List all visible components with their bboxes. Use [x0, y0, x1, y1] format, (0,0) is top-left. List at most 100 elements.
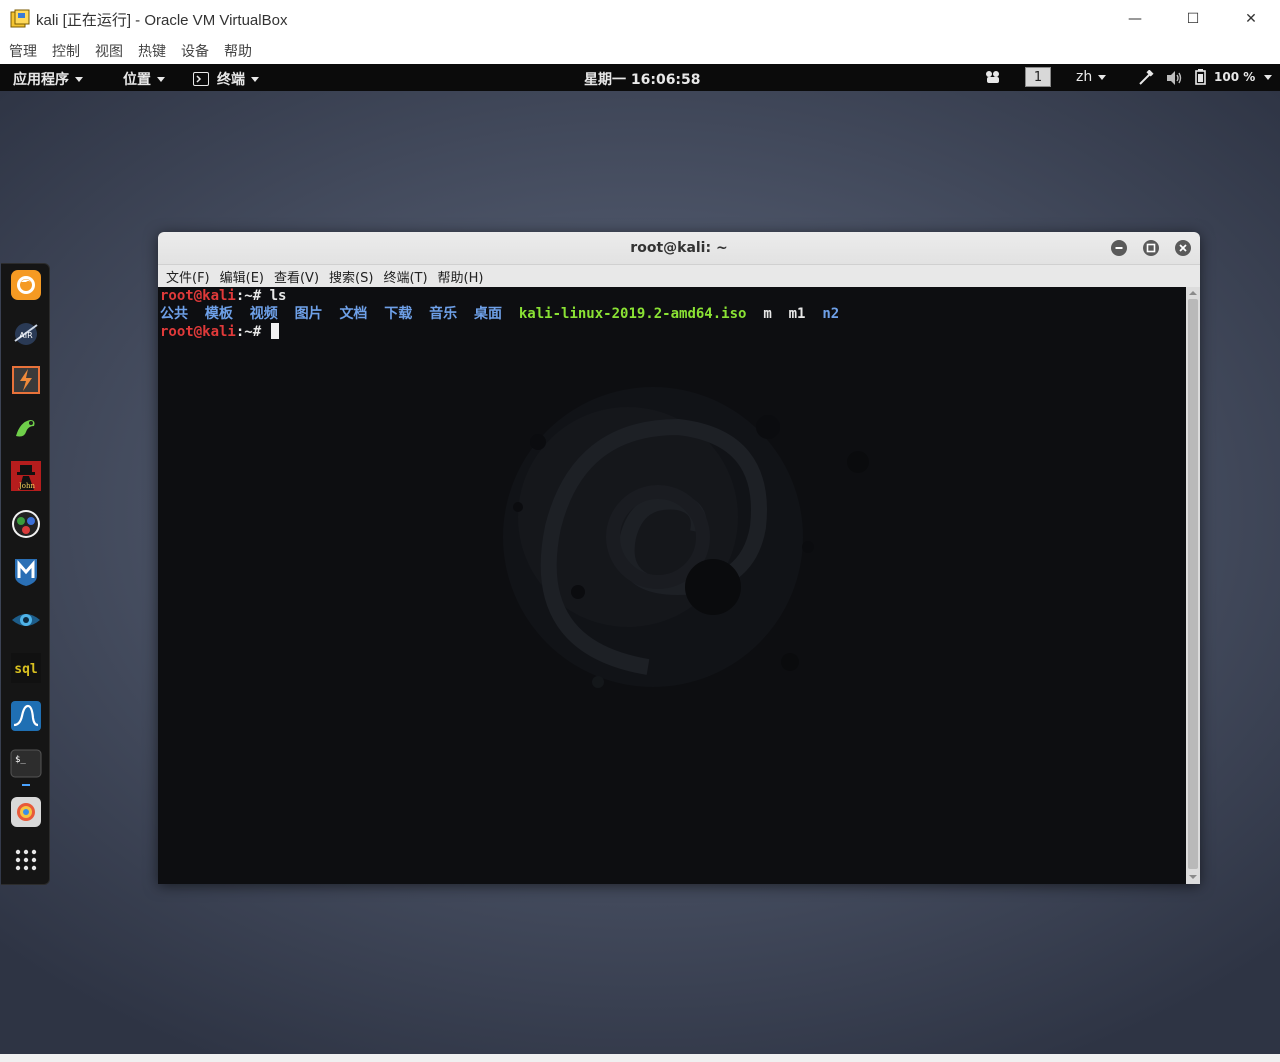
maltego-icon[interactable]: [10, 508, 42, 540]
terminal-title: root@kali: ~: [630, 240, 728, 256]
ls-dir-documents: 文档: [339, 306, 368, 322]
close-icon: ✕: [1245, 11, 1257, 27]
terminal-output[interactable]: root@kali:~# ls 公共 模板 视频 图片 文档 下载 音乐 桌面 …: [158, 287, 1186, 884]
applications-menu[interactable]: 应用程序: [13, 69, 83, 89]
vbox-statusbar: [0, 1054, 1280, 1062]
burpsuite-icon[interactable]: [10, 364, 42, 396]
ls-dir-music: 音乐: [429, 306, 458, 322]
volume-icon[interactable]: [1165, 70, 1183, 86]
prompt-suffix: :~#: [235, 288, 270, 304]
applications-label: 应用程序: [13, 72, 69, 88]
favorites-dock: AIR John sql $_: [1, 263, 50, 885]
svg-text:AIR: AIR: [19, 331, 33, 340]
terminal-line-1: root@kali:~# ls: [160, 287, 286, 305]
ls-dir-desktop: 桌面: [474, 306, 503, 322]
close-button[interactable]: ✕: [1222, 0, 1280, 38]
files-icon[interactable]: [10, 796, 42, 828]
menu-hotkeys[interactable]: 热键: [138, 41, 166, 61]
svg-text:sql: sql: [14, 662, 37, 677]
minimize-icon: —: [1128, 11, 1142, 27]
clock-label: 星期一 16:06:58: [584, 72, 701, 88]
terminal-scrollbar[interactable]: [1186, 287, 1200, 884]
faraday-icon[interactable]: [10, 604, 42, 636]
armitage-icon[interactable]: [10, 412, 42, 444]
battery-icon: [1195, 69, 1206, 85]
terminal-menu-terminal[interactable]: 终端(T): [383, 267, 427, 286]
accessibility-icon[interactable]: [984, 70, 1002, 84]
scroll-down-icon[interactable]: [1186, 872, 1200, 882]
terminal-line-3: root@kali:~#: [160, 323, 279, 341]
terminal-menu-edit[interactable]: 编辑(E): [220, 267, 264, 286]
terminal-app-icon: [193, 72, 209, 86]
close-icon: [1179, 244, 1187, 252]
terminal-window: root@kali: ~ 文件(F) 编辑(E) 查看(V) 搜索(S) 终端(…: [158, 232, 1200, 884]
terminal-menubar: 文件(F) 编辑(E) 查看(V) 搜索(S) 终端(T) 帮助(H): [158, 265, 1200, 287]
battery-label: 100 %: [1214, 70, 1256, 84]
metasploit-icon[interactable]: [10, 556, 42, 588]
guest-desktop: 应用程序 位置 终端 星期一 16:06:58 1 zh 100 % AIR J…: [0, 64, 1280, 1054]
system-menu[interactable]: 100 %: [1194, 69, 1273, 85]
scroll-up-icon[interactable]: [1186, 288, 1200, 298]
maximize-icon: [1146, 243, 1156, 253]
places-label: 位置: [123, 72, 151, 88]
svg-text:$_: $_: [15, 755, 26, 765]
chevron-down-icon: [75, 76, 83, 82]
prompt-user: root@kali: [160, 288, 236, 304]
ls-dir-public: 公共: [160, 306, 188, 322]
workspace-indicator[interactable]: 1: [1025, 67, 1051, 87]
terminal-icon[interactable]: $_: [10, 748, 42, 786]
virtualbox-icon: [10, 9, 30, 29]
terminal-menu-view[interactable]: 查看(V): [274, 267, 319, 286]
gnome-top-panel: 应用程序 位置 终端 星期一 16:06:58 1 zh 100 %: [0, 64, 1280, 91]
ls-dir-templates: 模板: [204, 306, 233, 322]
ls-file-m1: m1: [788, 306, 806, 322]
show-applications-icon[interactable]: [10, 844, 42, 876]
input-method-menu[interactable]: zh: [1076, 69, 1107, 85]
menu-control[interactable]: 控制: [52, 41, 80, 61]
menu-manage[interactable]: 管理: [9, 41, 37, 61]
chevron-down-icon: [1264, 74, 1273, 80]
terminal-close-button[interactable]: [1175, 240, 1191, 256]
terminal-app-label: 终端: [217, 72, 245, 88]
workspace-number: 1: [1033, 69, 1043, 85]
network-icon[interactable]: [1138, 70, 1154, 86]
kali-dragon-wallpaper: [503, 387, 869, 688]
ls-dir-downloads: 下载: [384, 306, 413, 322]
terminal-minimize-button[interactable]: [1111, 240, 1127, 256]
prompt-user: root@kali: [160, 324, 236, 340]
terminal-menu-help[interactable]: 帮助(H): [438, 267, 484, 286]
vbox-menubar: 管理 控制 视图 热键 设备 帮助: [0, 38, 1280, 64]
terminal-maximize-button[interactable]: [1143, 240, 1159, 256]
window-title: kali [正在运行] - Oracle VM VirtualBox: [36, 12, 288, 29]
terminal-menu-file[interactable]: 文件(F): [166, 267, 210, 286]
menu-help[interactable]: 帮助: [224, 41, 252, 61]
chevron-down-icon: [1098, 74, 1107, 80]
clock[interactable]: 星期一 16:06:58: [584, 69, 701, 89]
ls-dir-n2: n2: [822, 306, 840, 322]
minimize-button[interactable]: —: [1106, 0, 1164, 38]
john-icon[interactable]: John: [10, 460, 42, 492]
menu-devices[interactable]: 设备: [181, 41, 209, 61]
maximize-icon: ☐: [1186, 11, 1200, 27]
text-cursor: [270, 323, 279, 339]
scrollbar-thumb[interactable]: [1188, 299, 1198, 869]
terminal-app-menu[interactable]: 终端: [193, 69, 259, 89]
places-menu[interactable]: 位置: [123, 69, 165, 89]
menu-view[interactable]: 视图: [95, 41, 123, 61]
maximize-button[interactable]: ☐: [1164, 0, 1222, 38]
wireshark-icon[interactable]: [10, 700, 42, 732]
svg-text:John: John: [18, 482, 36, 490]
input-method-label: zh: [1076, 69, 1093, 85]
ls-dir-pictures: 图片: [294, 306, 323, 322]
vbox-titlebar: kali [正在运行] - Oracle VM VirtualBox — ☐ ✕: [0, 0, 1280, 38]
running-indicator: [22, 784, 30, 786]
firefox-icon[interactable]: [10, 269, 42, 301]
terminal-titlebar[interactable]: root@kali: ~: [158, 232, 1200, 265]
ls-file-m: m: [763, 306, 772, 322]
aircrack-icon[interactable]: AIR: [10, 317, 42, 349]
command-text: ls: [269, 288, 287, 304]
terminal-menu-search[interactable]: 搜索(S): [329, 267, 373, 286]
sqlmap-icon[interactable]: sql: [10, 652, 42, 684]
prompt-suffix: :~#: [235, 324, 270, 340]
ls-iso-file: kali-linux-2019.2-amd64.iso: [518, 306, 747, 322]
